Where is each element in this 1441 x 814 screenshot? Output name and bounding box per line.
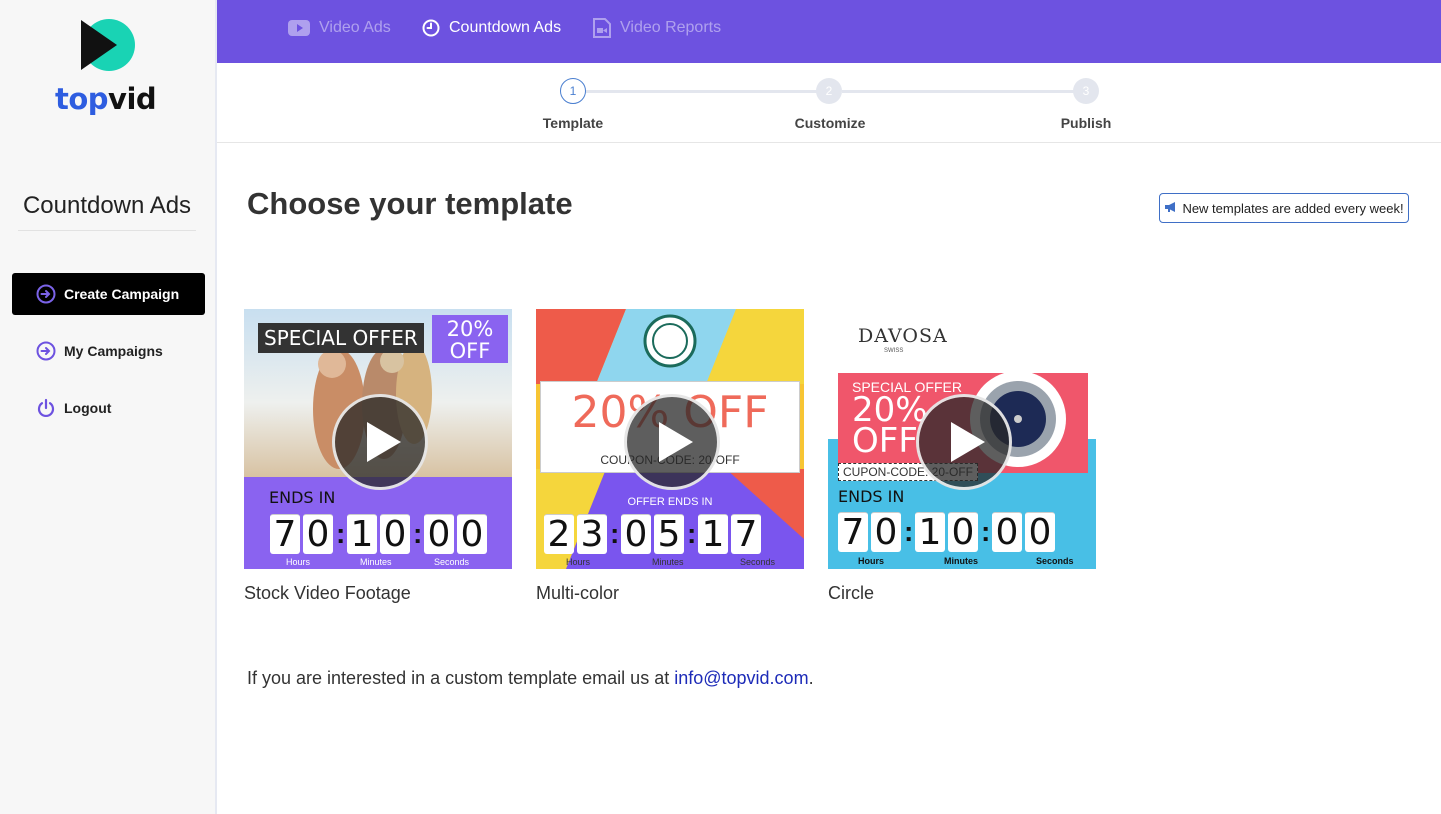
digit: 2 (544, 514, 574, 555)
digit: 7 (270, 514, 300, 555)
megaphone-icon (1164, 201, 1178, 216)
custom-template-note: If you are interested in a custom templa… (247, 668, 814, 689)
tab-label: Countdown Ads (449, 19, 562, 36)
digit: 0 (871, 512, 901, 553)
digit: 7 (731, 514, 761, 555)
ends-in-label: OFFER ENDS IN (627, 496, 713, 508)
step-3-circle[interactable]: 3 (1073, 78, 1099, 104)
custom-template-text: If you are interested in a custom templa… (247, 668, 670, 688)
topvid-logo[interactable]: topvid (55, 16, 165, 116)
arrow-circle-right-icon (36, 284, 56, 304)
play-button[interactable] (916, 394, 1012, 490)
logo-mark-icon (81, 19, 135, 71)
digit: 0 (992, 512, 1022, 553)
step-2-circle[interactable]: 2 (816, 78, 842, 104)
top-navigation: Video Ads Countdown Ads Video Reports (217, 0, 1441, 63)
template-thumbnail[interactable]: SPECIAL OFFER 20% OFF ENDS IN 7 0 : 1 0 … (244, 309, 512, 569)
step-connector (842, 90, 1084, 93)
unit-label: Minutes (944, 556, 979, 566)
play-button[interactable] (624, 394, 720, 490)
step-3-label: Publish (1060, 115, 1112, 131)
play-icon (951, 422, 985, 462)
countdown-digits: 7 0 : 1 0 : 0 0 (270, 514, 490, 555)
countdown-digits: 7 0 : 1 0 : 0 0 (838, 512, 1058, 553)
digit: 1 (915, 512, 945, 553)
sidebar-title: Countdown Ads (18, 192, 196, 231)
brand-subtitle: SWISS (884, 348, 904, 354)
step-1-circle[interactable]: 1 (560, 78, 586, 104)
sidebar-item-label: Create Campaign (64, 286, 180, 302)
discount-badge: 20% OFF (432, 315, 508, 363)
discount-off: OFF (449, 339, 491, 363)
sidebar-item-my-campaigns[interactable]: My Campaigns (12, 330, 205, 372)
template-thumbnail[interactable]: 20% OFF COUPON-CODE: 20-OFF OFFER ENDS I… (536, 309, 804, 569)
ends-in-label: ENDS IN (269, 488, 336, 507)
step-2-label: Customize (794, 115, 866, 131)
step-1-label: Template (542, 115, 604, 131)
tab-video-ads[interactable]: Video Ads (288, 17, 391, 39)
arrow-circle-right-icon (36, 341, 56, 361)
template-card-circle[interactable]: DAVOSA SWISS SPECIAL OFFER 20% OFF CUPON… (828, 309, 1096, 604)
digit: 1 (698, 514, 728, 555)
sidebar-item-logout[interactable]: Logout (12, 387, 205, 429)
digit: 1 (347, 514, 377, 555)
page-title: Choose your template (247, 186, 573, 221)
unit-label: Minutes (360, 557, 392, 567)
unit-label: Seconds (1036, 556, 1074, 566)
new-templates-notice: New templates are added every week! (1159, 193, 1409, 223)
email-link[interactable]: info@topvid.com (674, 668, 808, 688)
unit-label: Seconds (740, 557, 776, 567)
sidebar: topvid Countdown Ads Create Campaign My … (0, 0, 217, 814)
sidebar-item-create-campaign[interactable]: Create Campaign (12, 273, 205, 315)
digit: 0 (424, 514, 454, 555)
digit: 5 (654, 514, 684, 555)
sidebar-item-label: Logout (64, 400, 112, 416)
progress-stepper: 1 2 3 Template Customize Publish (217, 63, 1441, 143)
tab-label: Video Ads (319, 19, 391, 36)
unit-label: Hours (566, 557, 591, 567)
template-card-multi-color[interactable]: 20% OFF COUPON-CODE: 20-OFF OFFER ENDS I… (536, 309, 804, 604)
sidebar-item-label: My Campaigns (64, 343, 163, 359)
unit-label: Hours (858, 556, 885, 566)
digit: 7 (838, 512, 868, 553)
play-icon (659, 422, 693, 462)
template-card-stock-video[interactable]: SPECIAL OFFER 20% OFF ENDS IN 7 0 : 1 0 … (244, 309, 512, 604)
digit: 3 (577, 514, 607, 555)
brand-logo: DAVOSA (858, 325, 948, 347)
unit-label: Hours (286, 557, 311, 567)
step-connector (586, 90, 828, 93)
logo-text: topvid (55, 82, 157, 116)
play-icon (367, 422, 401, 462)
unit-label: Minutes (652, 557, 684, 567)
special-offer-banner: SPECIAL OFFER (258, 323, 424, 353)
unit-label: Seconds (434, 557, 470, 567)
template-name: Multi-color (536, 583, 620, 603)
template-thumbnail[interactable]: DAVOSA SWISS SPECIAL OFFER 20% OFF CUPON… (828, 309, 1096, 569)
play-button[interactable] (332, 394, 428, 490)
ends-in-label: ENDS IN (838, 487, 905, 506)
countdown-digits: 2 3 : 0 5 : 1 7 (544, 514, 764, 555)
template-name: Stock Video Footage (244, 583, 411, 603)
digit: 0 (1025, 512, 1055, 553)
digit: 0 (380, 514, 410, 555)
tab-countdown-ads[interactable]: Countdown Ads (422, 17, 561, 39)
youtube-icon (288, 20, 310, 36)
video-file-icon (593, 18, 611, 38)
digit: 0 (948, 512, 978, 553)
tab-label: Video Reports (620, 19, 722, 36)
notice-text: New templates are added every week! (1182, 200, 1404, 216)
digit: 0 (303, 514, 333, 555)
power-icon (36, 398, 56, 418)
template-name: Circle (828, 583, 875, 603)
tab-video-reports[interactable]: Video Reports (593, 17, 721, 39)
footer-period: . (808, 668, 814, 688)
discount-pct: 20% (446, 317, 494, 341)
digit: 0 (621, 514, 651, 555)
clock-icon (422, 19, 440, 37)
digit: 0 (457, 514, 487, 555)
